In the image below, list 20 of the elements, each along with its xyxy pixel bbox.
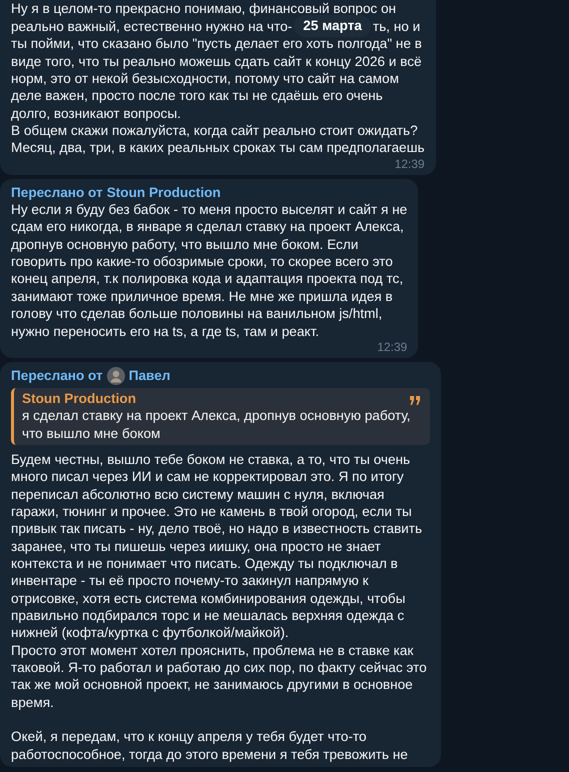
message-text: В общем скажи пожалуйста, когда сайт реально стоит ожидать? Месяц, два, три, в каких реальных сроках ты сам предполагаешь <box>11 122 425 157</box>
forwarded-label: Переслано от <box>11 367 103 385</box>
message-text: ть, но и <box>372 18 420 36</box>
date-badge: 25 марта <box>294 15 371 38</box>
quote-icon <box>410 396 420 405</box>
message-text: Просто этот момент хотел прояснить, проблема не в ставке как таковой. Я-то работал и работаю до сих пор, по факту сейчас это так же мой основной проект, не занимаюсь другими в основное время. <box>11 642 428 712</box>
sender-name[interactable]: Павел <box>128 367 170 385</box>
message-time: 12:39 <box>394 156 425 171</box>
quote-author: Stoun Production <box>22 390 138 408</box>
message-time: 12:39 <box>376 340 408 354</box>
message-text: Будем честны, вышло тебе боком не ставка, а то, что ты очень много писал через ИИ и сам не корректировал это. Я по итогу переписал абсолютно всю систему машин с нуля, включая гаражи, тюнинг и прочее. Это не камень в твой огород, если ты привык так писать - ну, дело твоё, но надо в известность ставить заранее, что ты пишешь через иишку, она просто не знает контекста и не понимает что писать. Одежду ты подключал в инвентаре - ты её просто почему-то закинул напрямую к отрисовке, хотя есть система комбинирования одежды, чтобы правильно подбирался торс и не мешалась верхняя одежда с нижней (кофта/куртка с футболкой/майкой). <box>11 450 424 642</box>
message-text: Окей, я передам, что к концу апреля у тебя будет что-то работоспособное, тогда до этого времени я тебя тревожить не <box>11 728 409 764</box>
forwarded-label: Переслано от <box>11 184 103 202</box>
quote-block[interactable]: Stoun Production я сделал ставку на проект Алекса, дропнув основную работу, что вышло мне боком <box>11 388 430 445</box>
message-text: реально важный, естественно нужно на что- <box>11 18 292 36</box>
sender-name[interactable]: Stoun Production <box>106 184 221 202</box>
message-text: Ну если я буду без бабок - то меня просто выселят и сайт я не сдам его никогда, в январе я сделал ставку на проект Алекса, дропнув основную работу, что вышло мне боком. Если говорить про какие-то обозримые сроки, то скорее всего это конец апреля, т.к полировка кода и адаптация проекта под тс, занимают тоже приличное время. Не мне же пришла идея в голову что сделав больше половины на ванильном js/html, нужно переносить его на ts, а где ts, там и реакт. <box>11 201 408 340</box>
message-text: Ну я в целом-то прекрасно понимаю, финансовый вопрос он <box>11 0 398 18</box>
message-text: ты пойми, что сказано было "пусть делает его хоть полгода" не в виде того, что ты реально можешь сдать сайт к концу 2026 и всё норм, это от некой безысходности, потому что сайт на самом деле важен, просто после того как ты не сдаёшь его очень долго, возникают вопросы. <box>11 35 423 122</box>
quote-text: я сделал ставку на проект Алекса, дропнув основную работу, что вышло мне боком <box>22 407 410 442</box>
